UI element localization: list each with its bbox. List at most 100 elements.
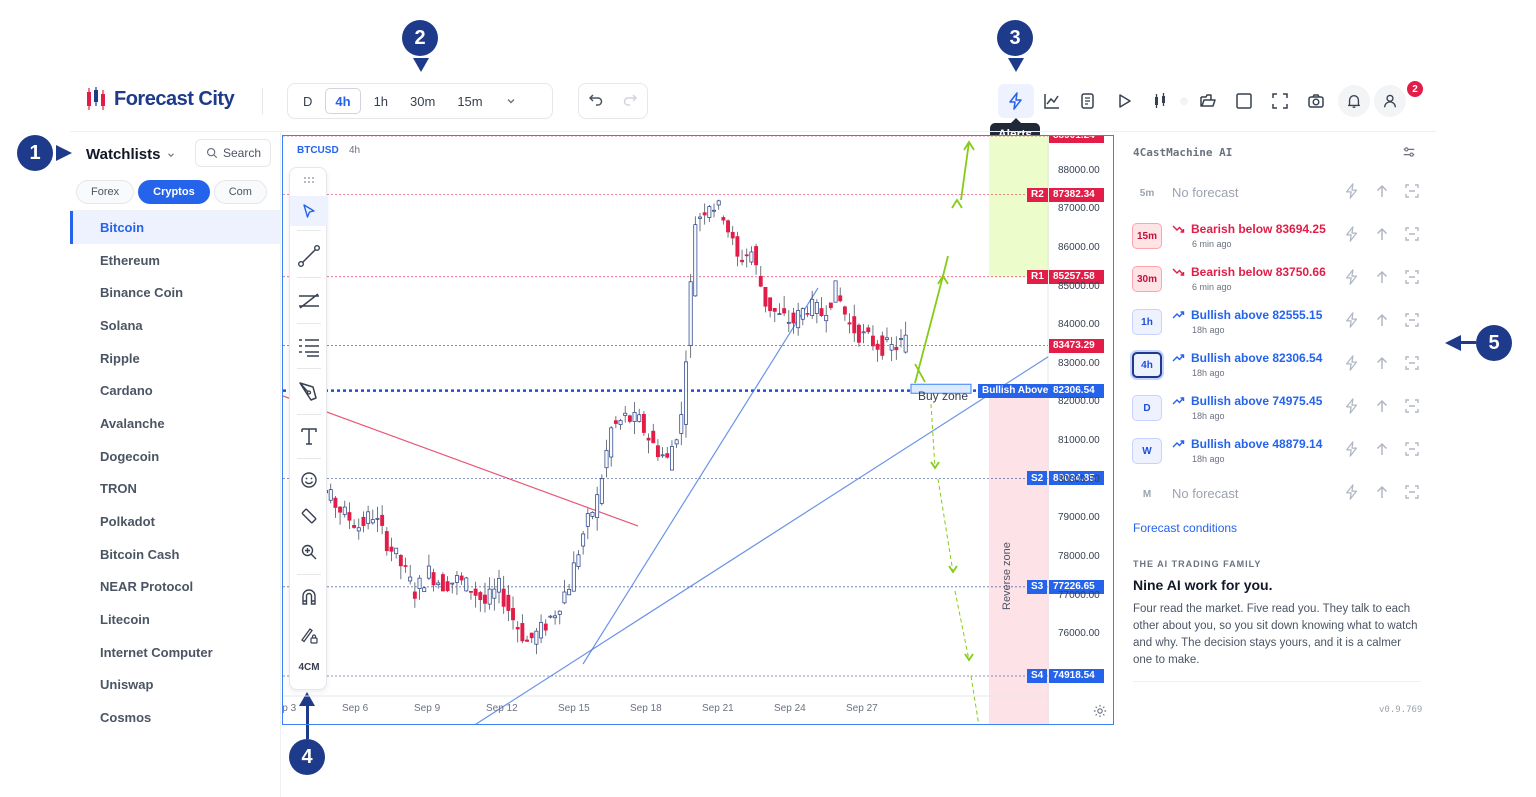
set-alert-button[interactable] <box>1344 312 1360 333</box>
tf-button-15m[interactable]: 15m <box>448 88 491 114</box>
go-to-level-button[interactable] <box>1374 183 1390 204</box>
watchlist-item[interactable]: Avalanche <box>70 407 280 440</box>
price-level-tag[interactable]: 87382.34 <box>1049 187 1104 202</box>
watchlist-item[interactable]: Litecoin <box>70 603 280 636</box>
price-chart[interactable]: BTCUSD 4h Buy zone Reverse zone 88901.24… <box>282 135 1114 725</box>
forecast-timeframe-badge[interactable]: 5m <box>1132 180 1162 206</box>
focus-level-button[interactable] <box>1404 441 1420 462</box>
forecast-row[interactable]: D Bullish above 74975.45 18h ago <box>1132 392 1422 428</box>
forecast-row[interactable]: 1h Bullish above 82555.15 18h ago <box>1132 306 1422 342</box>
fib-tool[interactable] <box>290 332 328 362</box>
toolbar-drag-handle[interactable] <box>290 170 328 190</box>
watchlist-item[interactable]: Binance Coin <box>70 276 280 309</box>
forecast-row[interactable]: M No forecast <box>1132 478 1422 514</box>
set-alert-button[interactable] <box>1344 269 1360 290</box>
watchlist-item[interactable]: Polkadot <box>70 505 280 538</box>
forecast-timeframe-badge[interactable]: W <box>1132 438 1162 464</box>
focus-level-button[interactable] <box>1404 183 1420 204</box>
fullscreen-button[interactable] <box>1262 84 1298 118</box>
price-level-tag[interactable]: 83473.29 <box>1049 338 1104 353</box>
folder-button[interactable] <box>1190 84 1226 118</box>
go-to-level-button[interactable] <box>1374 355 1390 376</box>
lock-drawings-tool[interactable] <box>290 620 328 650</box>
watchlist-item[interactable]: Bitcoin Cash <box>70 538 280 571</box>
watchlist-item[interactable]: Cosmos <box>70 701 280 734</box>
tab-commodities[interactable]: Com <box>213 180 267 204</box>
text-tool[interactable] <box>290 421 328 451</box>
forecast-conditions-link[interactable]: Forecast conditions <box>1133 521 1237 535</box>
watchlist-search-button[interactable]: Search <box>195 139 271 167</box>
watchlist-item[interactable]: Solana <box>70 309 280 342</box>
undo-button[interactable] <box>588 91 604 112</box>
set-alert-button[interactable] <box>1344 183 1360 204</box>
forecast-timeframe-badge[interactable]: 30m <box>1132 266 1162 292</box>
emoji-tool[interactable] <box>290 465 328 495</box>
forecast-row[interactable]: 5m No forecast <box>1132 177 1422 213</box>
set-alert-button[interactable] <box>1344 355 1360 376</box>
watchlist-item[interactable]: Uniswap <box>70 669 280 702</box>
go-to-level-button[interactable] <box>1374 398 1390 419</box>
watchlist-item[interactable]: NEAR Protocol <box>70 571 280 604</box>
focus-level-button[interactable] <box>1404 226 1420 247</box>
tf-button-30m[interactable]: 30m <box>401 88 444 114</box>
forecast-timeframe-badge[interactable]: D <box>1132 395 1162 421</box>
focus-level-button[interactable] <box>1404 484 1420 505</box>
cursor-tool[interactable] <box>290 196 328 226</box>
focus-level-button[interactable] <box>1404 312 1420 333</box>
focus-level-button[interactable] <box>1404 355 1420 376</box>
set-alert-button[interactable] <box>1344 398 1360 419</box>
forecast-timeframe-badge[interactable]: 15m <box>1132 223 1162 249</box>
go-to-level-button[interactable] <box>1374 484 1390 505</box>
trendline-tool[interactable] <box>290 241 328 271</box>
watchlist-item[interactable]: TRON <box>70 473 280 506</box>
price-level-tag[interactable]: 74918.54 <box>1049 668 1104 683</box>
pen-tool[interactable] <box>290 377 328 407</box>
tf-button-d[interactable]: D <box>294 88 321 114</box>
indicators-button[interactable] <box>1034 84 1070 118</box>
forecast-timeframe-badge[interactable]: 4h <box>1132 352 1162 378</box>
redo-button[interactable] <box>622 91 638 112</box>
forecast-timeframe-badge[interactable]: 1h <box>1132 309 1162 335</box>
go-to-level-button[interactable] <box>1374 269 1390 290</box>
channel-tool[interactable] <box>290 286 328 316</box>
watchlist-item[interactable]: Internet Computer <box>70 636 280 669</box>
forecast-row[interactable]: 15m Bearish below 83694.25 6 min ago <box>1132 220 1422 256</box>
4cm-tool-button[interactable]: 4CM <box>290 662 328 673</box>
zoom-tool[interactable] <box>290 537 328 567</box>
tab-forex[interactable]: Forex <box>76 180 135 204</box>
notes-button[interactable] <box>1070 84 1106 118</box>
alerts-button[interactable] <box>998 84 1034 118</box>
watchlist-item[interactable]: Dogecoin <box>70 440 280 473</box>
notifications-button[interactable] <box>1338 85 1370 117</box>
set-alert-button[interactable] <box>1344 484 1360 505</box>
watchlist-item[interactable]: Ethereum <box>70 244 280 277</box>
focus-level-button[interactable] <box>1404 398 1420 419</box>
user-menu-button[interactable] <box>1374 85 1406 117</box>
timeframe-dropdown[interactable] <box>496 88 526 114</box>
go-to-level-button[interactable] <box>1374 441 1390 462</box>
forecast-row[interactable]: 4h Bullish above 82306.54 18h ago <box>1132 349 1422 385</box>
price-level-tag[interactable]: 88901.24 <box>1049 136 1104 143</box>
tf-button-4h[interactable]: 4h <box>325 88 361 114</box>
layout-button[interactable] <box>1226 84 1262 118</box>
ruler-tool[interactable] <box>290 501 328 531</box>
set-alert-button[interactable] <box>1344 441 1360 462</box>
watchlist-item[interactable]: Cardano <box>70 374 280 407</box>
chart-canvas[interactable] <box>283 136 1114 725</box>
watchlist-selector[interactable]: Watchlists <box>86 146 176 163</box>
forecast-settings-button[interactable] <box>1402 145 1416 164</box>
go-to-level-button[interactable] <box>1374 226 1390 247</box>
screenshot-button[interactable] <box>1298 84 1334 118</box>
logo[interactable]: Forecast City <box>84 86 235 112</box>
focus-level-button[interactable] <box>1404 269 1420 290</box>
set-alert-button[interactable] <box>1344 226 1360 247</box>
tab-cryptos[interactable]: Cryptos <box>138 180 210 204</box>
watchlist-item[interactable]: Bitcoin <box>70 211 280 244</box>
forecast-timeframe-badge[interactable]: M <box>1132 481 1162 507</box>
tf-button-1h[interactable]: 1h <box>365 88 397 114</box>
candles-button[interactable] <box>1142 84 1178 118</box>
replay-button[interactable] <box>1106 84 1142 118</box>
magnet-tool[interactable] <box>290 582 328 612</box>
watchlist-item[interactable]: Ripple <box>70 342 280 375</box>
go-to-level-button[interactable] <box>1374 312 1390 333</box>
